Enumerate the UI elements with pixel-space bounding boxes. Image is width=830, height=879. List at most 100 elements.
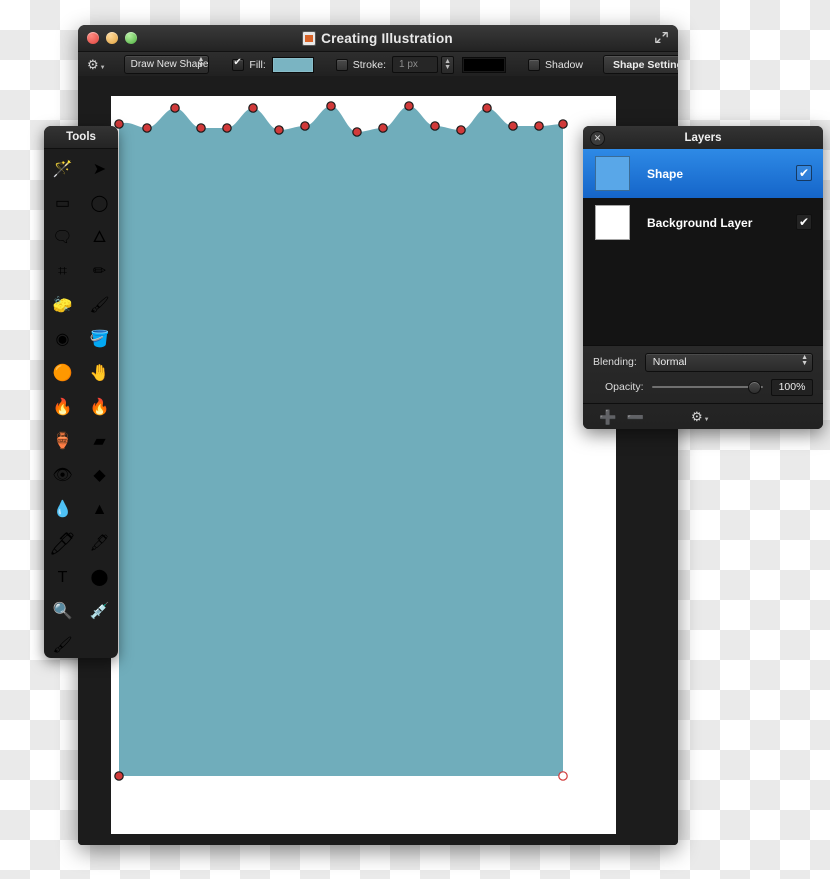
gradient-tool[interactable]: 🖌 xyxy=(44,629,81,658)
anchor-point[interactable] xyxy=(352,127,362,137)
red-eye-tool[interactable]: 👁 xyxy=(44,459,81,493)
opacity-value[interactable]: 100% xyxy=(771,378,813,396)
elliptical-marquee-tool[interactable]: ◯ xyxy=(81,187,118,221)
vector-shape-canvas[interactable] xyxy=(111,96,616,834)
flame-tool[interactable]: 🔥 xyxy=(81,391,118,425)
opacity-label: Opacity: xyxy=(605,381,644,393)
anchor-point[interactable] xyxy=(170,103,180,113)
blur-tool[interactable]: 💧 xyxy=(44,493,81,527)
glow-tool[interactable]: ◉ xyxy=(44,323,81,357)
fill-label: Fill: xyxy=(249,58,266,71)
anchor-point[interactable] xyxy=(274,125,284,135)
crop-tool[interactable]: ⌗ xyxy=(44,255,81,289)
lasso-tool[interactable]: 🗨 xyxy=(44,221,81,255)
document-icon xyxy=(303,31,316,45)
paint-bucket-tool[interactable]: 🪣 xyxy=(81,323,118,357)
shape-mode-select[interactable]: Draw New Shape ▲ ▼ xyxy=(123,55,210,74)
expand-arrows-icon[interactable] xyxy=(655,31,668,44)
eraser-tool[interactable]: 🧽 xyxy=(44,289,81,323)
fill-group: Fill: xyxy=(232,56,314,73)
layer-visibility-checkbox[interactable]: ✔ xyxy=(796,214,812,230)
eyedropper-tool[interactable]: 💉 xyxy=(81,595,118,629)
shape-tool[interactable]: ⬤ xyxy=(81,561,118,595)
blending-label: Blending: xyxy=(593,356,637,368)
shape-settings-button[interactable]: Shape Settings xyxy=(602,55,678,74)
anchor-point[interactable] xyxy=(300,121,310,131)
layers-panel-title: Layers xyxy=(684,131,722,144)
stroke-width-stepper[interactable]: ▲ ▼ xyxy=(441,55,455,74)
anchor-point[interactable] xyxy=(196,123,206,133)
stroke-width-value: 1 px xyxy=(399,59,418,70)
anchor-point[interactable] xyxy=(404,101,414,111)
paintbrush-tool[interactable]: 🖌 xyxy=(81,289,118,323)
anchor-point[interactable] xyxy=(456,125,466,135)
stepper-arrows-icon[interactable]: ▲ ▼ xyxy=(197,56,204,69)
layer-row[interactable]: Background Layer ✔ xyxy=(583,198,823,247)
burn-tool[interactable]: 🔥 xyxy=(44,391,81,425)
clone-stamp-icon: 🏺 xyxy=(52,433,73,450)
layers-options-button[interactable]: ⚙ ▼ xyxy=(691,410,710,423)
anchor-point[interactable] xyxy=(142,123,152,133)
pencil-tool[interactable]: ✏ xyxy=(81,255,118,289)
layer-row[interactable]: Shape ✔ xyxy=(583,149,823,198)
magic-wand-tool[interactable]: 🪄 xyxy=(44,153,81,187)
stroke-checkbox[interactable] xyxy=(335,58,348,71)
anchor-point[interactable] xyxy=(558,771,568,781)
rectangular-marquee-tool[interactable]: ▭ xyxy=(44,187,81,221)
layer-thumbnail xyxy=(595,156,630,191)
shadow-group: Shadow xyxy=(528,58,583,71)
opacity-slider[interactable] xyxy=(651,380,763,394)
anchor-point[interactable] xyxy=(326,101,336,111)
anchor-point[interactable] xyxy=(222,123,232,133)
blending-mode-value: Normal xyxy=(652,356,687,368)
opacity-row: Opacity: 100% xyxy=(583,374,823,398)
layer-name: Background Layer xyxy=(647,215,753,230)
polygonal-lasso-tool[interactable]: 🜂 xyxy=(81,221,118,255)
dodge-tool[interactable]: 🟠 xyxy=(44,357,81,391)
red-eye-icon: 👁 xyxy=(52,467,73,484)
paint-bucket-icon: 🪣 xyxy=(89,331,110,348)
drawn-shape-path[interactable] xyxy=(119,106,563,776)
window-title: Creating Illustration xyxy=(321,30,453,46)
smudge-tool[interactable]: 🤚 xyxy=(81,357,118,391)
sharpen-tool[interactable]: ▲ xyxy=(81,493,118,527)
minus-icon[interactable]: ➖ xyxy=(621,410,648,424)
blur-eraser-icon: ◆ xyxy=(93,467,106,484)
rectangular-marquee-icon: ▭ xyxy=(54,195,71,212)
zoom-tool[interactable]: 🔍 xyxy=(44,595,81,629)
stepper-arrows-icon[interactable]: ▲ ▼ xyxy=(801,354,808,367)
anchor-point[interactable] xyxy=(508,121,518,131)
anchor-point[interactable] xyxy=(534,121,544,131)
blur-eraser-tool[interactable]: ◆ xyxy=(81,459,118,493)
window-titlebar: Creating Illustration xyxy=(78,25,678,52)
tools-palette: Tools 🪄 ➤ ▭ ◯ 🗨 🜂 ⌗ ✏ 🧽 🖌 ◉ 🪣 🟠 🤚 🔥 🔥 🏺 ▰ 👁 ◆ 💧 ▲ 🖊 🖋 T ⬤ 🔍 💉 🖌 xyxy=(44,126,118,658)
anchor-point[interactable] xyxy=(378,123,388,133)
layers-panel: ✕ Layers Shape ✔ Background Layer ✔ Blendin… xyxy=(583,126,823,429)
fill-color-swatch[interactable] xyxy=(271,56,314,73)
close-icon[interactable]: ✕ xyxy=(590,131,605,146)
anchor-point[interactable] xyxy=(482,103,492,113)
blending-mode-select[interactable]: Normal ▲ ▼ xyxy=(644,352,813,372)
plus-icon[interactable]: ➕ xyxy=(594,410,621,424)
move-tool[interactable]: ➤ xyxy=(81,153,118,187)
anchor-point[interactable] xyxy=(558,119,568,129)
shape-icon: ⬤ xyxy=(90,569,109,586)
anchor-point[interactable] xyxy=(430,121,440,131)
patch-tool[interactable]: ▰ xyxy=(81,425,118,459)
fill-checkbox[interactable] xyxy=(232,57,245,71)
clone-stamp-tool[interactable]: 🏺 xyxy=(44,425,81,459)
anchor-point[interactable] xyxy=(114,119,124,129)
toolbar-gear-menu[interactable]: ⚙ ▼ xyxy=(78,58,115,71)
anchor-point[interactable] xyxy=(248,103,258,113)
freeform-pen-tool[interactable]: 🖋 xyxy=(81,527,118,561)
opacity-slider-knob[interactable] xyxy=(748,380,761,394)
anchor-point[interactable] xyxy=(114,771,124,781)
type-tool[interactable]: T xyxy=(44,561,81,595)
pen-tool[interactable]: 🖊 xyxy=(44,527,81,561)
shadow-checkbox[interactable] xyxy=(528,58,541,71)
gear-icon: ⚙ xyxy=(87,57,99,72)
layer-visibility-checkbox[interactable]: ✔ xyxy=(796,165,812,181)
stroke-color-swatch[interactable] xyxy=(462,56,507,73)
stroke-width-input[interactable]: 1 px xyxy=(392,56,439,73)
canvas-sheet[interactable] xyxy=(111,96,616,834)
